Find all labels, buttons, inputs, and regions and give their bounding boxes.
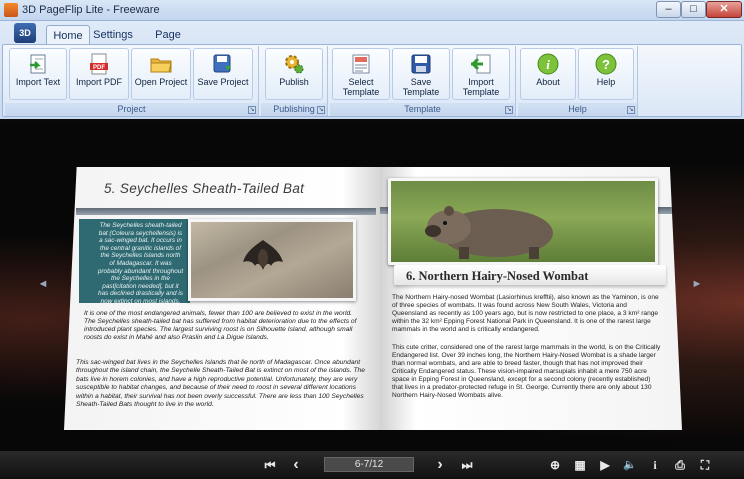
about-button[interactable]: i About <box>520 48 576 100</box>
import-pdf-label: Import PDF <box>75 77 122 87</box>
ribbon: 3D Home Settings Page Layout Import Text… <box>0 21 744 119</box>
group-project: Import Text PDF Import PDF Open Project … <box>5 46 259 116</box>
group-help: i About ? Help Help ↘ <box>518 46 638 116</box>
thumbnails-icon[interactable]: ▦ <box>572 458 588 472</box>
minimize-button[interactable]: – <box>656 1 681 18</box>
publish-gear-icon <box>285 55 304 74</box>
open-project-button[interactable]: Open Project <box>131 48 191 100</box>
group-project-label: Project <box>5 103 258 116</box>
last-page-icon[interactable]: ⏭ <box>459 458 475 472</box>
window-title: 3D PageFlip Lite - Freeware <box>22 4 160 16</box>
left-page[interactable]: 5. Seychelles Sheath-Tailed Bat The Seyc… <box>64 167 380 430</box>
zoom-icon[interactable]: ⊕ <box>547 458 563 472</box>
publish-button[interactable]: Publish <box>265 48 323 100</box>
first-page-icon[interactable]: ⏮ <box>262 458 278 472</box>
info-toolbar-icon[interactable]: i <box>647 458 663 472</box>
svg-text:PDF: PDF <box>93 65 105 71</box>
page-indicator-input[interactable]: 6-7/12 <box>324 457 414 472</box>
left-page-info-box: The Seychelles sheath-tailed bat (Coleur… <box>79 219 190 305</box>
import-text-button[interactable]: Import Text <box>9 48 67 100</box>
fullscreen-icon[interactable]: ⛶ <box>697 458 713 472</box>
import-arrow-icon <box>470 54 491 74</box>
next-page-arrow-icon[interactable]: ► <box>690 277 704 291</box>
ribbon-panel-home: Import Text PDF Import PDF Open Project … <box>2 44 742 117</box>
publishing-dialog-launcher-icon[interactable]: ↘ <box>317 106 325 114</box>
save-template-label: Save Template <box>402 77 440 97</box>
tab-settings[interactable]: Settings <box>92 25 134 45</box>
info-icon: i <box>537 53 559 75</box>
about-label: About <box>536 77 560 87</box>
help-dialog-launcher-icon[interactable]: ↘ <box>627 106 635 114</box>
sound-icon[interactable]: 🔈 <box>622 458 638 472</box>
left-page-band <box>76 208 376 215</box>
select-template-label: Select Template <box>342 77 380 97</box>
save-project-label: Save Project <box>197 77 249 87</box>
right-page[interactable]: 6. Northern Hairy-Nosed Wombat The North… <box>380 167 682 430</box>
import-text-icon <box>30 54 46 74</box>
book[interactable]: 5. Seychelles Sheath-Tailed Bat The Seyc… <box>64 167 682 430</box>
help-label: Help <box>596 77 616 87</box>
help-button[interactable]: ? Help <box>578 48 634 100</box>
app-logo-icon <box>4 3 18 17</box>
save-project-icon <box>213 54 231 73</box>
app-window: 3D PageFlip Lite - Freeware – □ ✕ 3D Hom… <box>0 0 744 479</box>
prev-page-icon[interactable]: ‹ <box>288 457 304 473</box>
tab-home[interactable]: Home <box>46 25 90 45</box>
left-page-paragraph-2: This sac-winged bat lives in the Seychel… <box>76 359 365 409</box>
wombat-image <box>425 206 553 259</box>
prev-page-arrow-icon[interactable]: ◄ <box>36 277 50 291</box>
title-bar: 3D PageFlip Lite - Freeware – □ ✕ <box>0 0 744 21</box>
left-page-paragraph-1: It is one of the most endangered animals… <box>84 310 357 341</box>
folder-icon <box>150 58 172 73</box>
right-page-title: 6. Northern Hairy-Nosed Wombat <box>406 269 589 283</box>
flipbook-viewer: ◄ ► 5. Seychelles Sheath-Tailed Bat The … <box>0 121 744 451</box>
import-text-label: Import Text <box>15 77 61 87</box>
group-help-label: Help <box>518 103 637 116</box>
group-template: Select Template Save Template Import Tem… <box>330 46 516 116</box>
save-project-button[interactable]: Save Project <box>193 48 253 100</box>
import-template-label: Import Template <box>462 77 500 97</box>
template-dialog-launcher-icon[interactable]: ↘ <box>505 106 513 114</box>
open-project-label: Open Project <box>134 77 188 87</box>
tab-page-layout[interactable]: Page Layout <box>138 25 198 61</box>
template-icon <box>352 54 370 74</box>
floppy-disk-icon <box>411 54 431 74</box>
viewer-toolbar: ⏮ ‹ 6-7/12 › ⏭ ⊕ ▦ ▶ 🔈 i ⎙ ⛶ <box>0 451 744 479</box>
svg-text:?: ? <box>602 57 610 72</box>
group-template-label: Template <box>330 103 515 116</box>
import-pdf-button[interactable]: PDF Import PDF <box>69 48 129 100</box>
play-icon[interactable]: ▶ <box>597 458 613 472</box>
print-icon[interactable]: ⎙ <box>672 458 688 472</box>
left-page-title: 5. Seychelles Sheath-Tailed Bat <box>104 181 305 196</box>
right-page-paragraph-2: This cute critter, considered one of the… <box>392 344 661 399</box>
wombat-photo <box>388 178 658 265</box>
maximize-button[interactable]: □ <box>681 1 706 18</box>
svg-text:i: i <box>546 57 550 72</box>
group-publishing: Publish Publishing ↘ <box>261 46 328 116</box>
bat-photo <box>188 219 356 301</box>
publish-label: Publish <box>279 77 309 87</box>
close-button[interactable]: ✕ <box>706 1 742 18</box>
bat-image <box>243 240 283 270</box>
next-page-icon[interactable]: › <box>432 457 448 473</box>
app-menu-button[interactable]: 3D <box>14 23 36 43</box>
project-dialog-launcher-icon[interactable]: ↘ <box>248 106 256 114</box>
import-template-button[interactable]: Import Template <box>452 48 510 100</box>
save-template-button[interactable]: Save Template <box>392 48 450 100</box>
ribbon-tabs: 3D Home Settings Page Layout <box>0 23 744 61</box>
question-icon: ? <box>595 53 617 75</box>
pdf-icon: PDF <box>90 53 108 75</box>
right-page-paragraph-1: The Northern Hairy-nosed Wombat (Lasiorh… <box>392 294 659 333</box>
select-template-button[interactable]: Select Template <box>332 48 390 100</box>
